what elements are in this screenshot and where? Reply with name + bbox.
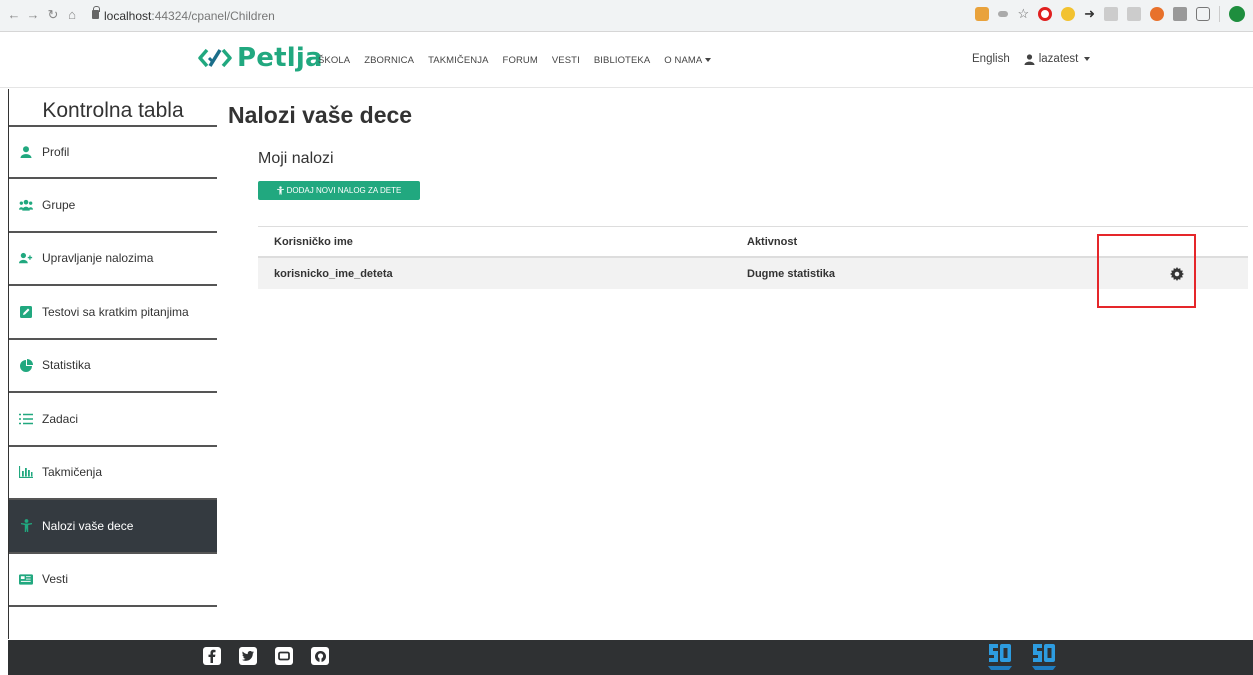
site-header: Petlja ŠKOLA ZBORNICA TAKMIČENJA FORUM V… [0, 33, 1253, 88]
social-links [203, 647, 329, 665]
sidebar-item-label: Testovi sa kratkim pitanjima [42, 304, 189, 319]
extension-icon[interactable] [975, 7, 990, 21]
user-icon [1024, 53, 1035, 65]
page-title: Nalozi vaše dece [228, 102, 413, 128]
user-area: English lazatest [972, 53, 1091, 65]
bar-chart-icon [19, 465, 33, 479]
twitter-icon[interactable] [239, 647, 257, 665]
extension-icons: ☆ ➜ [975, 6, 1245, 22]
caret-down-icon [705, 58, 712, 63]
table-row: korisnicko_ime_deteta Dugme statistika [258, 258, 1248, 289]
cell-activity: Dugme statistika [747, 267, 836, 280]
extension-icon[interactable] [1127, 7, 1141, 21]
users-icon [19, 198, 33, 212]
arrow-icon[interactable]: ➜ [1084, 6, 1095, 22]
sidebar-title: Kontrolna tabla [9, 89, 217, 127]
sidebar-item-takmicenja[interactable]: Takmičenja [9, 447, 217, 500]
column-header-username: Korisničko ime [274, 235, 353, 248]
sidebar-item-label: Statistika [42, 358, 91, 373]
user-plus-icon [19, 251, 33, 265]
petlja-logo[interactable]: Petlja [198, 43, 323, 73]
extension-icon[interactable] [1104, 7, 1118, 21]
table-header-row: Korisničko ime Aktivnost [258, 226, 1248, 258]
section-title: Moji nalozi [258, 150, 334, 167]
user-menu[interactable]: lazatest [1024, 53, 1091, 65]
extension-icon[interactable] [1173, 7, 1187, 21]
profile-icon[interactable] [1229, 6, 1245, 22]
sidebar-item-label: Upravljanje nalozima [42, 251, 154, 266]
key-icon[interactable] [998, 11, 1009, 17]
main-nav: ŠKOLA ZBORNICA TAKMIČENJA FORUM VESTI BI… [318, 55, 712, 66]
github-icon[interactable] [311, 647, 329, 665]
anniversary-badges [985, 642, 1059, 670]
sidebar-item-grupe[interactable]: Grupe [9, 179, 217, 233]
newspaper-icon [19, 572, 33, 586]
sidebar-item-testovi[interactable]: Testovi sa kratkim pitanjima [9, 286, 217, 340]
cell-username: korisnicko_ime_deteta [274, 267, 393, 280]
sidebar-item-label: Grupe [42, 197, 76, 212]
nav-zbornica[interactable]: ZBORNICA [364, 55, 414, 66]
sidebar-item-vesti[interactable]: Vesti [9, 554, 217, 607]
logo-mark-icon [198, 48, 232, 68]
footer [8, 640, 1253, 675]
sidebar-item-zadaci[interactable]: Zadaci [9, 393, 217, 447]
sidebar: Kontrolna tabla Profil Grupe Upravljanje… [9, 89, 217, 607]
nav-forum[interactable]: FORUM [503, 55, 538, 66]
sidebar-item-label: Takmičenja [42, 465, 103, 480]
sidebar-item-label: Vesti [42, 572, 69, 587]
extension-icon[interactable] [1150, 7, 1164, 21]
back-icon[interactable]: ← [6, 7, 22, 22]
sidebar-item-nalozi-vase-dece[interactable]: Nalozi vaše dece [9, 500, 217, 554]
gear-icon[interactable] [1169, 266, 1184, 281]
nav-biblioteka[interactable]: BIBLIOTEKA [594, 55, 650, 66]
home-icon[interactable]: ⌂ [64, 7, 80, 22]
pocket-icon[interactable] [1196, 7, 1210, 21]
sidebar-item-label: Profil [42, 145, 70, 159]
column-header-activity: Aktivnost [747, 235, 798, 248]
child-accounts-table: Korisničko ime Aktivnost korisnicko_ime_… [258, 226, 1248, 289]
cell-actions [1105, 266, 1248, 281]
url-text: localhost:44324/cpanel/Children [104, 9, 275, 23]
logo-text: Petlja [237, 43, 323, 73]
edit-icon [19, 305, 33, 319]
add-button-label: DODAJ NOVI NALOG ZA DETE [286, 186, 402, 195]
sidebar-item-profil[interactable]: Profil [9, 127, 217, 179]
sidebar-item-upravljanje-nalozima[interactable]: Upravljanje nalozima [9, 233, 217, 286]
reload-icon[interactable]: ↻ [45, 7, 61, 23]
forward-icon[interactable]: → [25, 7, 41, 22]
nav-vesti[interactable]: VESTI [552, 55, 580, 66]
anniversary-badge-icon[interactable] [1029, 642, 1059, 670]
sidebar-item-label: Nalozi vaše dece [42, 518, 134, 533]
browser-toolbar: ← → ↻ ⌂ localhost:44324/cpanel/Children … [0, 0, 1253, 32]
language-switch[interactable]: English [972, 53, 1010, 65]
nav-skola[interactable]: ŠKOLA [318, 55, 350, 66]
extension-icon[interactable] [1061, 7, 1076, 21]
list-icon [19, 412, 33, 426]
child-icon [19, 519, 33, 533]
caret-down-icon [1084, 57, 1091, 61]
address-bar[interactable]: localhost:44324/cpanel/Children [86, 4, 970, 28]
child-icon [276, 186, 284, 195]
facebook-icon[interactable] [203, 647, 221, 665]
sidebar-item-statistika[interactable]: Statistika [9, 340, 217, 393]
pie-chart-icon [19, 358, 33, 372]
nav-takmicenja[interactable]: TAKMIČENJA [428, 55, 488, 66]
lock-icon [92, 6, 100, 19]
youtube-icon[interactable] [275, 647, 293, 665]
nav-o-nama[interactable]: O NAMA [664, 55, 712, 66]
username: lazatest [1038, 53, 1079, 65]
add-child-account-button[interactable]: DODAJ NOVI NALOG ZA DETE [258, 181, 420, 200]
sidebar-item-label: Zadaci [42, 411, 79, 426]
user-icon [19, 145, 33, 159]
star-icon[interactable]: ☆ [1017, 6, 1029, 22]
anniversary-badge-icon[interactable] [985, 642, 1015, 670]
opera-icon[interactable] [1038, 7, 1053, 21]
